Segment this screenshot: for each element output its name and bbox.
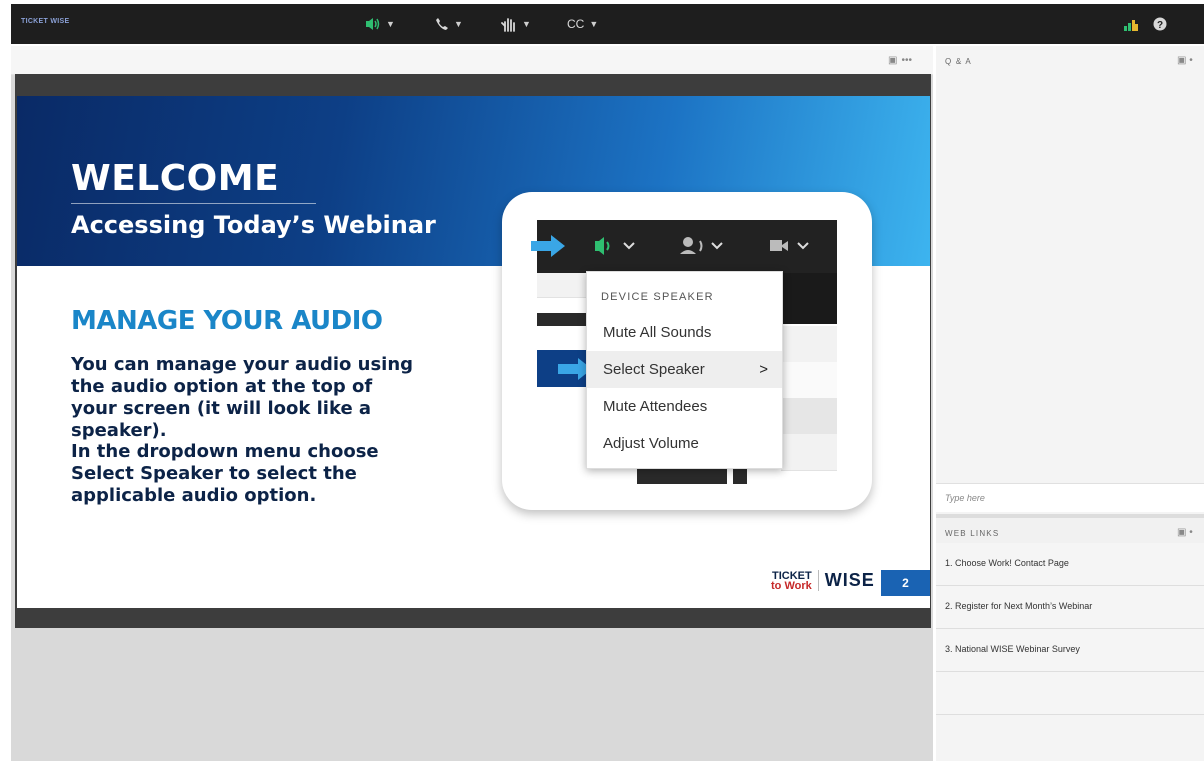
audio-menu-button[interactable]: ▼ bbox=[365, 15, 395, 33]
cc-label: CC bbox=[567, 17, 585, 31]
raise-hand-menu-button[interactable]: ▼ bbox=[501, 15, 531, 33]
weblink-item[interactable]: 1. Choose Work! Contact Page bbox=[936, 543, 1204, 586]
connection-status-button[interactable] bbox=[1123, 15, 1139, 33]
weblink-item[interactable]: 3. National WISE Webinar Survey bbox=[936, 629, 1204, 672]
mock-row bbox=[781, 398, 837, 435]
phone-icon bbox=[436, 18, 448, 30]
speaker-icon bbox=[366, 18, 380, 30]
share-pod-controls: ▣ ••• bbox=[888, 54, 912, 66]
device-speaker-menu: DEVICE SPEAKER Mute All Sounds Select Sp… bbox=[586, 271, 783, 469]
slide-paragraph-2: In the dropdown menu choose Select Speak… bbox=[71, 441, 421, 507]
weblink-label: 1. Choose Work! Contact Page bbox=[945, 558, 1069, 568]
mock-row bbox=[781, 362, 837, 399]
slide-paragraph-1: You can manage your audio using the audi… bbox=[71, 354, 414, 441]
divider bbox=[71, 203, 316, 204]
slide-subtitle: Accessing Today’s Webinar bbox=[71, 211, 436, 239]
pod-menu-button[interactable]: ••• bbox=[901, 55, 912, 66]
weblink-item[interactable] bbox=[936, 672, 1204, 715]
chevron-right-icon: > bbox=[759, 361, 768, 378]
mock-row bbox=[781, 434, 837, 471]
qa-title: Q & A bbox=[945, 57, 972, 66]
chevron-down-icon: ▼ bbox=[386, 19, 395, 29]
chevron-down-icon: ▼ bbox=[454, 19, 463, 29]
slide-heading: MANAGE YOUR AUDIO bbox=[71, 306, 383, 336]
menu-item-label: Select Speaker bbox=[603, 361, 705, 378]
menu-item-mute-attendees: Mute Attendees bbox=[587, 388, 782, 425]
arrow-icon bbox=[531, 235, 565, 257]
menu-header: DEVICE SPEAKER bbox=[601, 291, 714, 303]
slide-frame: WELCOME Accessing Today’s Webinar MANAGE… bbox=[15, 74, 931, 628]
menu-item-adjust-volume: Adjust Volume bbox=[587, 425, 782, 462]
phone-menu-button[interactable]: ▼ bbox=[435, 15, 463, 33]
menu-item-label: Adjust Volume bbox=[603, 435, 699, 452]
fullscreen-icon[interactable]: ▣ • bbox=[1177, 527, 1193, 538]
presentation-slide: WELCOME Accessing Today’s Webinar MANAGE… bbox=[17, 96, 930, 608]
right-panel: Q & A ▣ • Type here WEB LINKS ▣ • 1. Cho… bbox=[936, 46, 1204, 761]
logo-wise-text: WISE bbox=[817, 570, 875, 591]
para2-bold: Select Speaker bbox=[71, 463, 223, 484]
menu-item-select-speaker: Select Speaker > bbox=[587, 351, 782, 388]
help-button[interactable]: ? bbox=[1153, 15, 1167, 33]
weblink-item[interactable]: 2. Register for Next Month’s Webinar bbox=[936, 586, 1204, 629]
slide-welcome-title: WELCOME bbox=[71, 158, 280, 199]
share-pod-header: ▣ ••• bbox=[11, 46, 933, 75]
mock-panel bbox=[781, 273, 837, 324]
logo-ticket: TICKET to Work bbox=[771, 569, 812, 592]
weblinks-pod-header: WEB LINKS ▣ • bbox=[936, 514, 1204, 546]
chevron-down-icon: ▼ bbox=[522, 19, 531, 29]
menu-item-label: Mute Attendees bbox=[603, 398, 708, 415]
ticket-to-work-logo: TICKET to Work WISE bbox=[771, 570, 875, 591]
logo-ticket-text: TICKET bbox=[772, 569, 812, 582]
weblink-label: 3. National WISE Webinar Survey bbox=[945, 644, 1080, 654]
mock-toolbar-icons bbox=[595, 237, 809, 255]
qa-input-placeholder: Type here bbox=[945, 493, 985, 503]
top-toolbar: TICKET WISE ▼ ▼ ▼ CC ▼ ? bbox=[11, 4, 1204, 44]
qa-input[interactable]: Type here bbox=[936, 483, 1204, 512]
weblinks-title: WEB LINKS bbox=[945, 529, 1000, 538]
qa-pod-header: Q & A ▣ • bbox=[936, 46, 1204, 74]
signal-icon bbox=[1124, 20, 1138, 31]
help-icon: ? bbox=[1153, 17, 1167, 31]
menu-item-mute-all-sounds: Mute All Sounds bbox=[587, 314, 782, 351]
logo-towork-text: to Work bbox=[771, 579, 812, 592]
menu-item-label: Mute All Sounds bbox=[603, 324, 712, 341]
mock-row bbox=[781, 326, 837, 363]
chevron-down-icon: ▼ bbox=[589, 19, 599, 29]
closed-caption-menu-button[interactable]: CC ▼ bbox=[567, 15, 598, 33]
app-logo: TICKET WISE bbox=[21, 18, 70, 25]
weblink-label: 2. Register for Next Month’s Webinar bbox=[945, 601, 1093, 611]
svg-text:?: ? bbox=[1157, 20, 1163, 31]
slide-page-number: 2 bbox=[881, 570, 930, 596]
fullscreen-icon[interactable]: ▣ bbox=[888, 55, 897, 66]
para2-prefix: In the dropdown menu choose bbox=[71, 441, 379, 462]
fullscreen-icon[interactable]: ▣ • bbox=[1177, 55, 1193, 66]
mock-toolbar bbox=[537, 220, 837, 273]
raise-hand-icon bbox=[501, 18, 515, 32]
share-pod: ▣ ••• WELCOME Accessing Today’s Webinar … bbox=[11, 46, 933, 761]
